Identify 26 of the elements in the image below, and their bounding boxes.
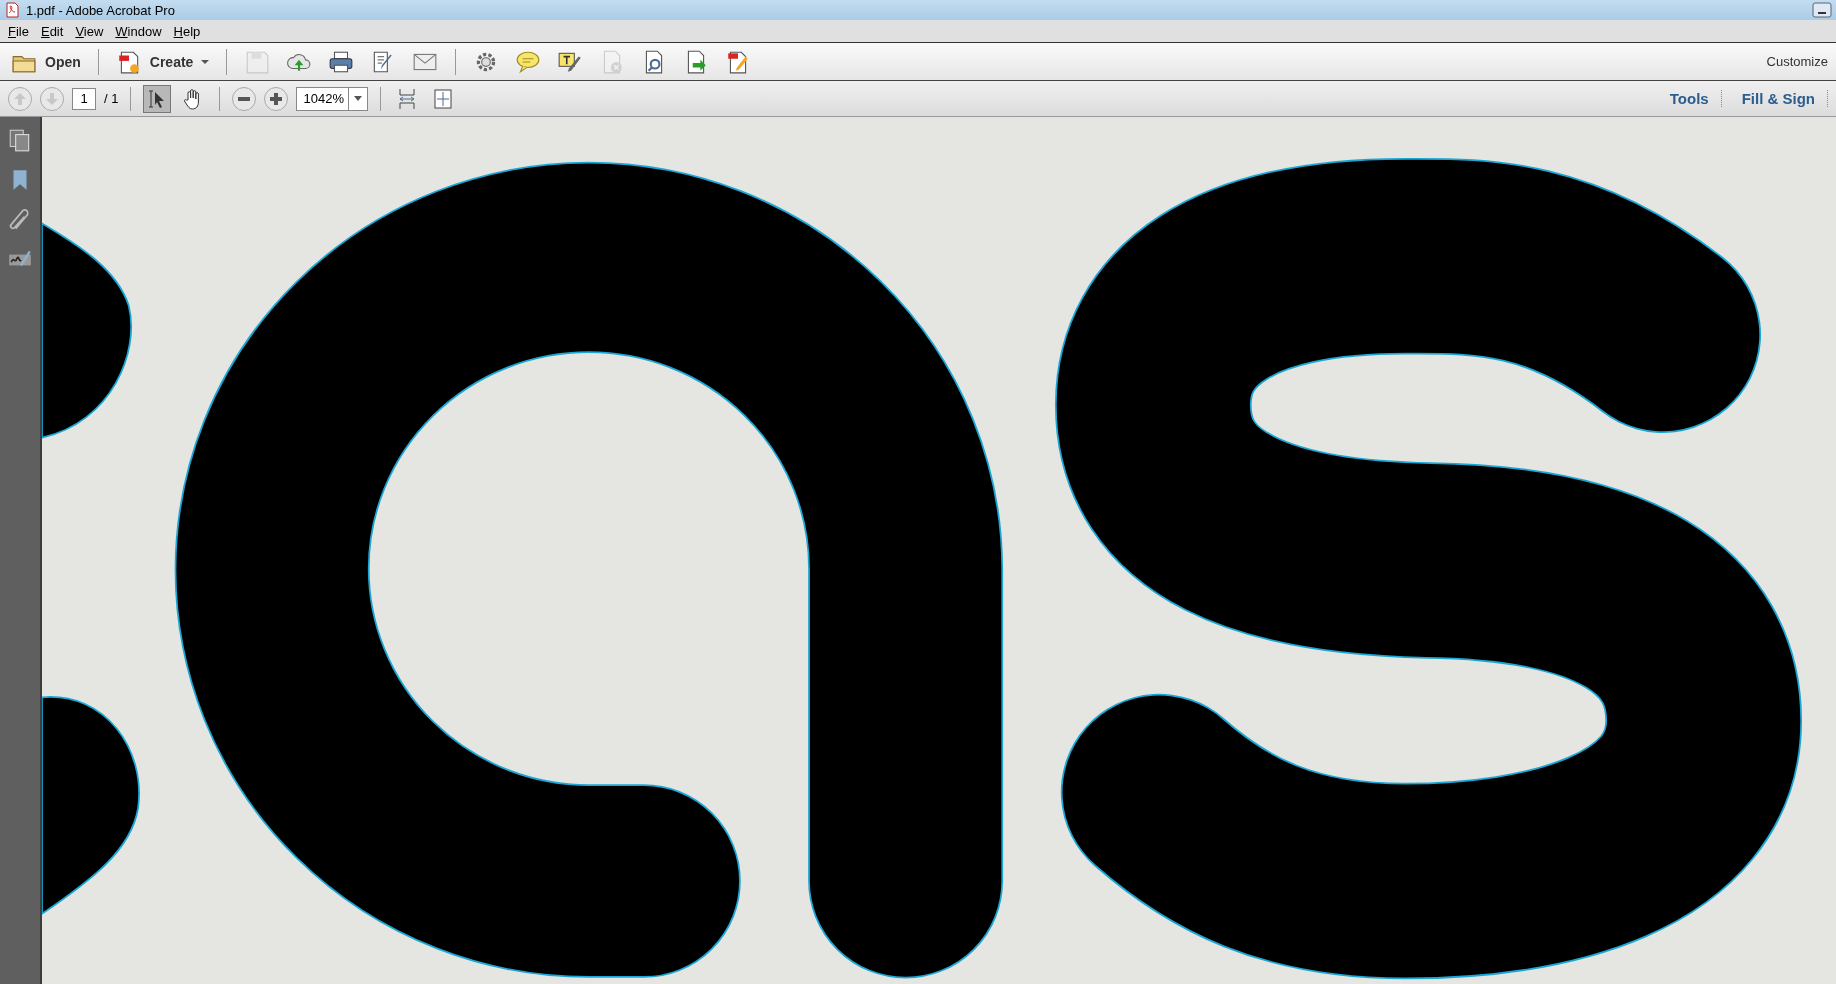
panel-tab[interactable]: Fill & Sign xyxy=(1729,90,1828,107)
minimize-button[interactable] xyxy=(1812,2,1832,18)
caret-icon xyxy=(354,96,363,101)
open-button[interactable]: Open xyxy=(8,46,84,77)
zoom-dropdown-button[interactable] xyxy=(348,86,369,111)
zoom-out-button[interactable] xyxy=(232,86,257,111)
menu-item[interactable]: Window xyxy=(109,23,168,39)
menu-item[interactable]: View xyxy=(69,23,110,39)
panel-tab[interactable]: Tools xyxy=(1657,90,1722,107)
create-button[interactable]: Create xyxy=(112,46,213,77)
customize-link[interactable]: Customize xyxy=(1766,54,1828,69)
arrow-icon xyxy=(44,90,60,107)
menu-item[interactable]: File xyxy=(2,23,35,39)
menu-item[interactable]: Edit xyxy=(34,23,70,39)
page-number-field[interactable]: 1 xyxy=(72,87,96,110)
pdf-file-icon xyxy=(4,2,20,18)
window-title: 1.pdf - Adobe Acrobat Pro xyxy=(26,2,175,18)
zoom-field[interactable]: 1042% xyxy=(296,86,349,111)
fit-page-icon xyxy=(433,87,454,110)
arrow-icon xyxy=(12,90,28,107)
select-tool-button[interactable] xyxy=(143,84,172,113)
menu-item[interactable]: Help xyxy=(167,23,207,39)
fit-width-icon xyxy=(397,87,418,110)
page-count: / 1 xyxy=(104,91,119,106)
plus-icon xyxy=(269,91,284,106)
zoom-in-button[interactable] xyxy=(264,86,289,111)
